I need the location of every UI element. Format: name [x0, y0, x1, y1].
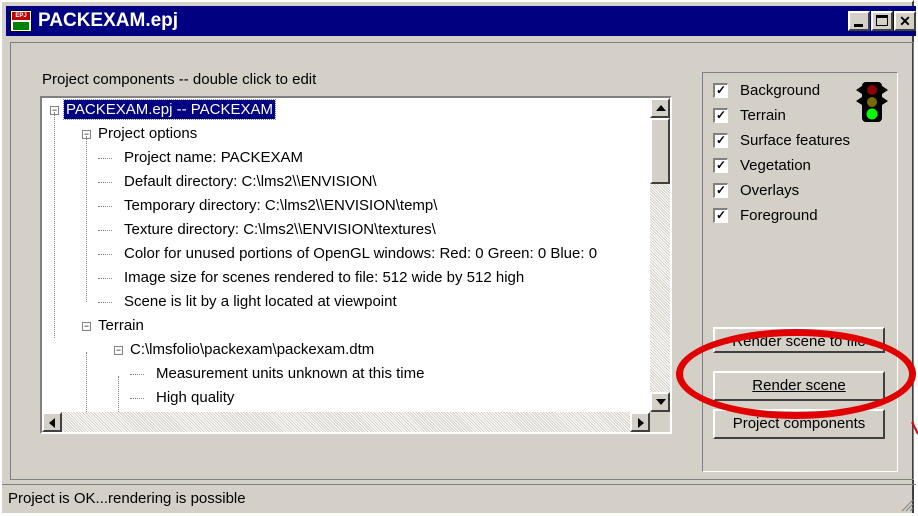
status-text: Project is OK...rendering is possible — [8, 490, 246, 507]
title-bar[interactable]: EPJ PACKEXAM.epj ✕ — [6, 6, 916, 36]
highlight-circle-annotation — [676, 329, 916, 419]
tree-node[interactable]: Texture directory: C:\lms2\\ENVISION\tex… — [122, 218, 438, 242]
epj-app-icon[interactable]: EPJ — [10, 10, 32, 32]
tree-connector — [130, 374, 144, 375]
tree-node-label: Color for unused portions of OpenGL wind… — [124, 245, 598, 262]
tree-guide-line — [54, 112, 55, 338]
tree-connector — [98, 158, 112, 159]
scroll-down-button[interactable] — [650, 392, 670, 412]
arrow-down-icon — [656, 399, 666, 405]
vertical-scrollbar[interactable] — [650, 98, 670, 412]
tree-node-label: Default directory: C:\lms2\\ENVISION\ — [124, 173, 377, 190]
checkbox-checked-icon: ✓ — [713, 183, 728, 198]
tree-node[interactable]: High quality — [154, 386, 236, 410]
checkbox-checked-icon: ✓ — [713, 108, 728, 123]
scroll-left-button[interactable] — [42, 412, 62, 432]
tree-node[interactable]: Measurement units unknown at this time — [154, 362, 426, 386]
resize-grip-icon[interactable] — [900, 498, 914, 512]
tree-connector — [98, 206, 112, 207]
tree-collapse-toggle-icon[interactable]: − — [82, 322, 91, 331]
tree-node[interactable]: Project options — [96, 122, 199, 146]
tree-node-label: Scene is lit by a light located at viewp… — [124, 293, 397, 310]
tree-connector — [130, 398, 144, 399]
maximize-button[interactable] — [871, 11, 893, 31]
layer-label: Background — [740, 82, 821, 99]
tree-connector — [98, 182, 112, 183]
checkbox-checked-icon: ✓ — [713, 133, 728, 148]
tree-node[interactable]: PACKEXAM.epj -- PACKEXAM — [63, 98, 276, 122]
tree-connector — [98, 254, 112, 255]
tree-guide-line — [118, 376, 119, 412]
checkbox-checked-icon: ✓ — [713, 158, 728, 173]
close-button[interactable]: ✕ — [894, 11, 916, 31]
tree-node[interactable]: Color for unused portions of OpenGL wind… — [122, 242, 599, 266]
tree-node[interactable]: Temporary directory: C:\lms2\\ENVISION\t… — [122, 194, 439, 218]
checkbox-checked-icon: ✓ — [713, 83, 728, 98]
scroll-right-button[interactable] — [630, 412, 650, 432]
status-bar: Project is OK...rendering is possible — [2, 484, 916, 516]
tree-node-label: C:\lmsfolio\packexam\packexam.dtm — [130, 341, 375, 358]
tree-node-label: Texture directory: C:\lms2\\ENVISION\tex… — [124, 221, 436, 238]
tree-node-label: Measurement units unknown at this time — [156, 365, 425, 382]
tree-guide-line — [86, 352, 87, 412]
tree-node-label: Image size for scenes rendered to file: … — [124, 269, 525, 286]
tree-node[interactable]: Project name: PACKEXAM — [122, 146, 305, 170]
tree-caption: Project components -- double click to ed… — [42, 71, 317, 88]
arrow-right-icon — [638, 418, 644, 428]
tree-node-label: Project name: PACKEXAM — [124, 149, 303, 166]
vertical-scroll-thumb[interactable] — [650, 118, 670, 184]
layer-label: Terrain — [740, 107, 786, 124]
tree-node-label: Terrain — [98, 317, 144, 334]
minimize-button[interactable] — [848, 11, 870, 31]
project-tree[interactable]: − PACKEXAM.epj -- PACKEXAM − Project option… — [40, 96, 672, 434]
checkbox-checked-icon: ✓ — [713, 208, 728, 223]
tree-node-label: High quality — [156, 389, 235, 406]
layer-label: Overlays — [740, 182, 800, 199]
tree-node-label: Project options — [98, 125, 198, 142]
tree-node[interactable]: Default directory: C:\lms2\\ENVISION\ — [122, 170, 379, 194]
tree-collapse-toggle-icon[interactable]: − — [114, 346, 123, 355]
close-icon: ✕ — [899, 13, 911, 29]
traffic-light-icon — [856, 82, 888, 122]
annotation-arrow-icon — [911, 421, 918, 435]
tree-node-label: Temporary directory: C:\lms2\\ENVISION\t… — [124, 197, 438, 214]
maximize-icon — [876, 15, 888, 26]
tree-node[interactable]: C:\lmsfolio\packexam\packexam.dtm — [128, 338, 376, 362]
tree-viewport: − PACKEXAM.epj -- PACKEXAM − Project option… — [42, 98, 650, 412]
arrow-up-icon — [656, 105, 666, 111]
tree-connector — [98, 302, 112, 303]
layer-label: Vegetation — [740, 157, 811, 174]
minimize-icon — [854, 24, 863, 27]
horizontal-scrollbar[interactable] — [42, 412, 650, 432]
layer-label: Foreground — [740, 207, 818, 224]
tree-node[interactable]: Terrain — [96, 314, 146, 338]
application-window: EPJ PACKEXAM.epj ✕ Project components --… — [0, 0, 918, 516]
scrollbar-corner — [650, 412, 670, 432]
tree-node-label: PACKEXAM.epj -- PACKEXAM — [63, 99, 276, 120]
tree-node[interactable]: Image size for scenes rendered to file: … — [122, 266, 526, 290]
tree-connector — [98, 278, 112, 279]
arrow-left-icon — [49, 418, 55, 428]
tree-guide-line — [86, 136, 87, 302]
tree-node[interactable]: Scene is lit by a light located at viewp… — [122, 290, 399, 314]
tree-connector — [98, 230, 112, 231]
scroll-up-button[interactable] — [650, 98, 670, 118]
window-title: PACKEXAM.epj — [38, 10, 179, 31]
layer-label: Surface features — [740, 132, 851, 149]
